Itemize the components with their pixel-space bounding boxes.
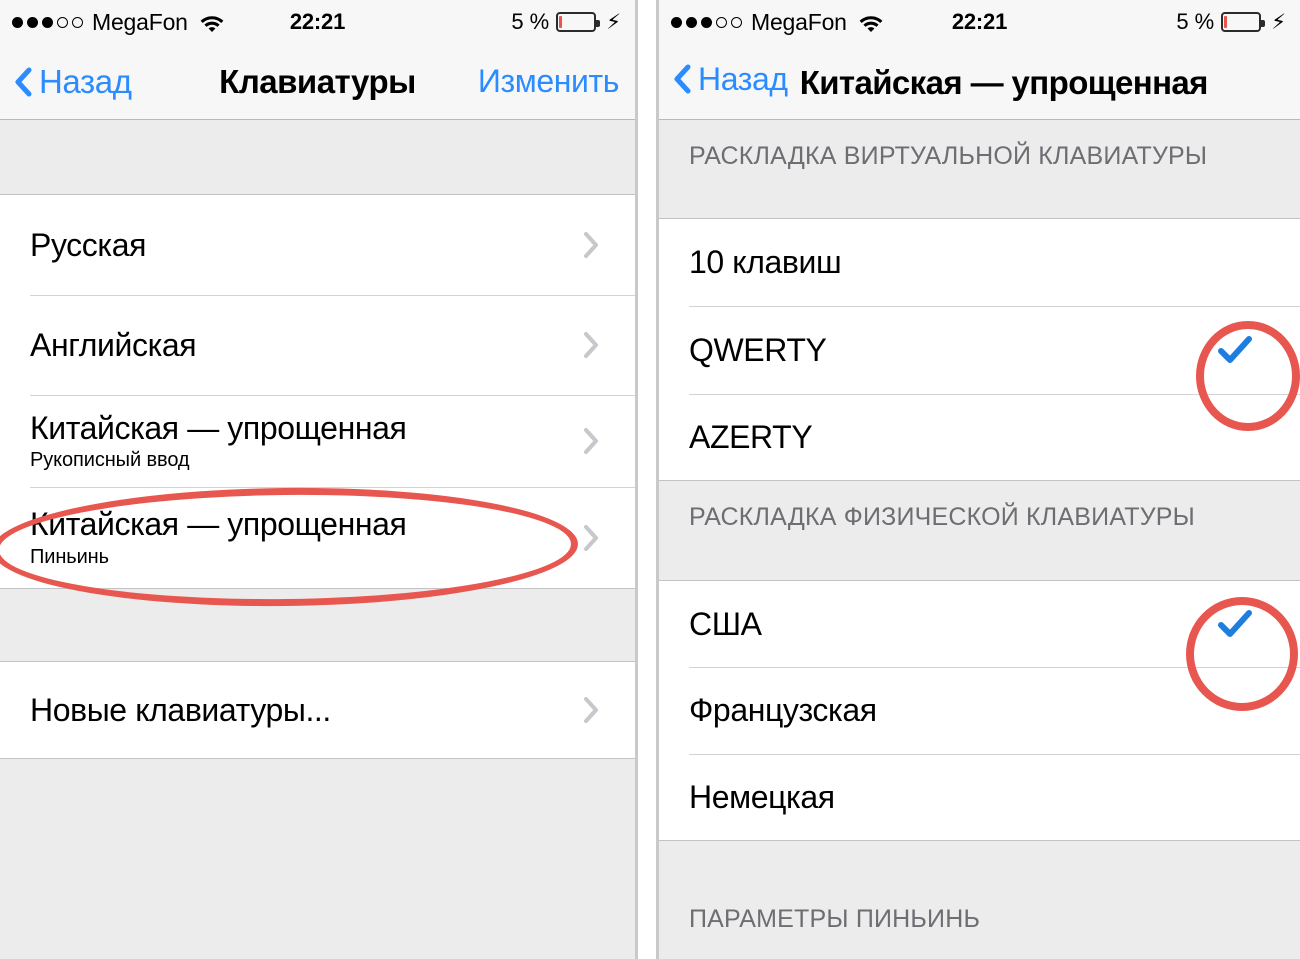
list-item-10-keys[interactable]: 10 клавиш [659,219,1300,306]
list-item-chinese-handwriting[interactable]: Китайская — упрощенная Рукописный ввод [0,395,635,487]
section-header-pinyin-options: ПАРАМЕТРЫ ПИНЬИНЬ [659,841,1300,937]
back-button[interactable]: Назад [673,61,788,98]
list-item-azerty[interactable]: AZERTY [659,394,1300,480]
chevron-left-icon [14,67,32,97]
battery-fill [1224,16,1228,28]
battery-percent-label: 5 % [1176,9,1215,34]
list-item-text: AZERTY [689,419,1278,456]
left-nav-bar: Назад Клавиатуры Изменить [0,44,635,120]
list-item-title: Китайская — упрощенная [30,506,407,543]
right-status-bar: MegaFon 22:21 5 % ⚡ [659,0,1300,44]
list-item-subtitle: Пиньинь [30,545,109,568]
top-spacer [0,120,635,194]
list-item-text: Немецкая [689,779,1278,816]
list-item-qwerty[interactable]: QWERTY [659,306,1300,394]
back-button-label: Назад [698,60,788,97]
list-item-title: США [689,605,762,642]
list-item-title: AZERTY [689,418,813,455]
keyboards-group: Русская Английская Китайская — упрощенна… [0,194,635,589]
screenshot-stage: MegaFon 22:21 5 % ⚡ Назад Клавиатуры Изм… [0,0,1300,959]
chevron-right-icon [583,427,599,455]
virtual-layout-group: 10 клавиш QWERTY AZERTY [659,218,1300,481]
page-title: Китайская — упрощенная [799,64,1209,102]
section-header-virtual-layout: РАСКЛАДКА ВИРТУАЛЬНОЙ КЛАВИАТУРЫ [659,120,1300,218]
back-button[interactable]: Назад [0,63,132,101]
list-item-french[interactable]: Французская [659,667,1300,754]
signal-strength-icon [671,16,742,28]
chevron-right-icon [583,231,599,259]
list-item-english[interactable]: Английская [0,295,635,395]
chevron-left-icon [673,64,691,94]
status-bar-left-group: MegaFon [671,9,884,36]
right-table-view: РАСКЛАДКА ВИРТУАЛЬНОЙ КЛАВИАТУРЫ 10 клав… [659,120,1300,959]
list-item-chinese-pinyin[interactable]: Китайская — упрощенная Пиньинь [0,487,635,588]
carrier-label: MegaFon [92,8,188,35]
section-header-physical-layout: РАСКЛАДКА ФИЗИЧЕСКОЙ КЛАВИАТУРЫ [659,481,1300,580]
panel-gutter [641,0,656,959]
right-nav-bar: Назад Китайская — упрощенная [659,44,1300,120]
list-item-text: Французская [689,692,1278,729]
list-item-text: Новые клавиатуры... [30,692,583,729]
back-button-label: Назад [39,62,132,100]
battery-icon [556,12,601,32]
nav-inline-group: Назад Китайская — упрощенная [659,61,1208,103]
section-spacer [0,589,635,661]
list-item-text: 10 клавиш [689,244,1278,281]
chevron-right-icon [583,524,599,552]
list-item-title: Французская [689,692,877,729]
left-status-bar: MegaFon 22:21 5 % ⚡ [0,0,635,44]
section-header-text: РАСКЛАДКА ВИРТУАЛЬНОЙ КЛАВИАТУРЫ [689,142,1208,170]
right-phone-screen: MegaFon 22:21 5 % ⚡ Назад Китайская — уп… [656,0,1300,959]
left-table-view: Русская Английская Китайская — упрощенна… [0,120,635,959]
left-phone-screen: MegaFon 22:21 5 % ⚡ Назад Клавиатуры Изм… [0,0,638,959]
list-item-text: QWERTY [689,332,1218,369]
carrier-label: MegaFon [751,8,847,35]
checkmark-icon [1218,336,1252,364]
wifi-icon [199,13,225,32]
section-header-text: РАСКЛАДКА ФИЗИЧЕСКОЙ КЛАВИАТУРЫ [689,503,1196,531]
battery-icon [1221,12,1266,32]
list-item-title: Немецкая [689,778,835,815]
physical-layout-group: США Французская Немецкая [659,580,1300,841]
list-item-text: Китайская — упрощенная Рукописный ввод [30,410,583,473]
list-item-russian[interactable]: Русская [0,195,635,295]
list-item-add-new-keyboard[interactable]: Новые клавиатуры... [0,662,635,758]
section-header-text: ПАРАМЕТРЫ ПИНЬИНЬ [689,905,981,933]
list-item-usa[interactable]: США [659,581,1300,667]
signal-strength-icon [12,16,83,28]
list-item-german[interactable]: Немецкая [659,754,1300,840]
list-item-title: QWERTY [689,331,827,368]
list-item-title: 10 клавиш [689,244,842,281]
list-item-title: Английская [30,326,197,363]
chevron-right-icon [583,331,599,359]
list-item-text: Английская [30,327,583,364]
status-bar-right-group: 5 % ⚡ [1176,9,1286,35]
bottom-spacer [0,759,635,959]
list-item-subtitle: Рукописный ввод [30,449,190,472]
list-item-text: Китайская — упрощенная Пиньинь [30,506,583,569]
chevron-right-icon [583,696,599,724]
list-item-title: Русская [30,226,147,263]
status-bar-right-group: 5 % ⚡ [511,9,621,35]
list-item-title: Китайская — упрощенная [30,409,407,446]
bolt-icon: ⚡ [1271,10,1286,34]
add-keyboard-group: Новые клавиатуры... [0,661,635,759]
list-item-text: США [689,606,1218,643]
checkmark-icon [1218,610,1252,638]
list-item-title: Новые клавиатуры... [30,691,331,728]
wifi-icon [858,13,884,32]
edit-button[interactable]: Изменить [478,63,635,100]
battery-percent-label: 5 % [511,9,550,34]
status-bar-left-group: MegaFon [12,9,225,36]
list-item-text: Русская [30,227,583,264]
bolt-icon: ⚡ [606,10,621,34]
battery-fill [559,16,563,28]
